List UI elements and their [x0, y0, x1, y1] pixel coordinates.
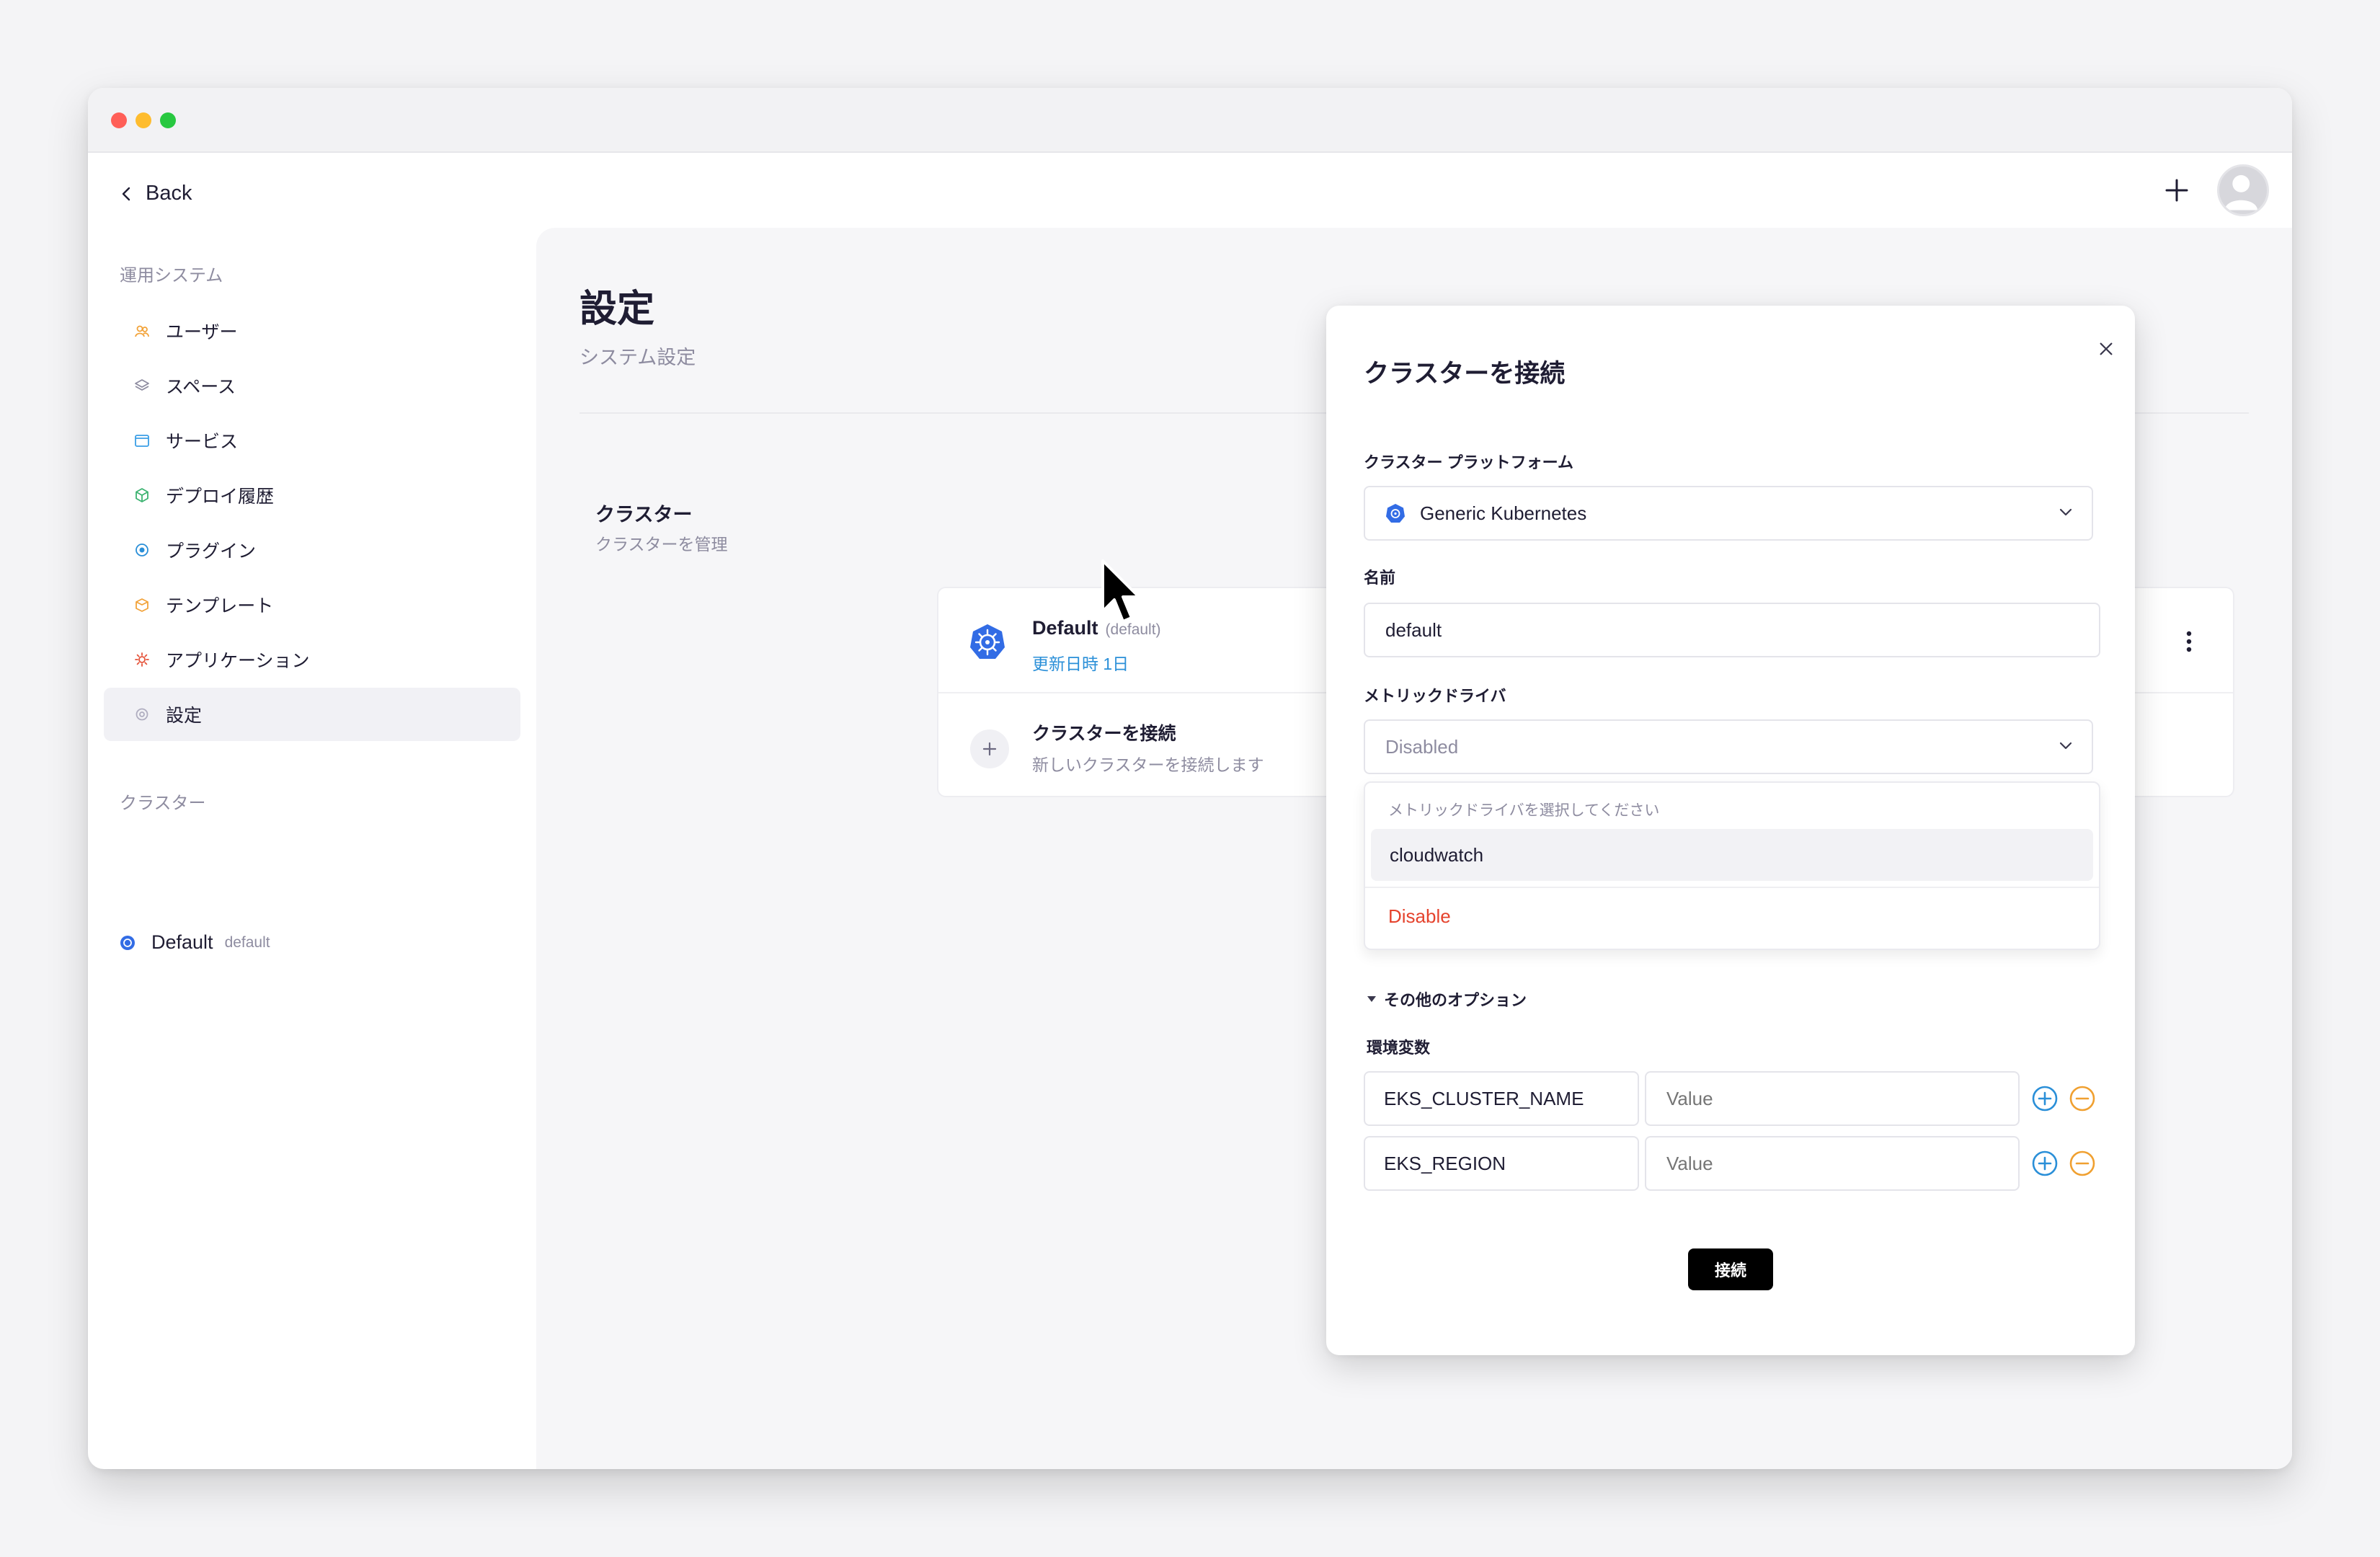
layers-icon: [134, 378, 150, 394]
platform-value: Generic Kubernetes: [1420, 502, 1587, 524]
sidebar-item-plugins[interactable]: プラグイン: [104, 523, 520, 577]
back-label: Back: [146, 182, 192, 205]
add-cluster-subtitle: 新しいクラスターを接続します: [1032, 755, 1264, 774]
sidebar-item-label: ユーザー: [166, 322, 238, 342]
sidebar-item-settings[interactable]: 設定: [104, 688, 520, 741]
name-label: 名前: [1364, 569, 1396, 587]
sidebar-item-spaces[interactable]: スペース: [104, 359, 520, 412]
avatar[interactable]: [2217, 164, 2269, 216]
connect-button[interactable]: 接続: [1688, 1248, 1773, 1290]
sidebar-item-label: アプリケーション: [166, 651, 310, 671]
metrics-driver-select[interactable]: Disabled: [1364, 719, 2093, 774]
close-button[interactable]: [2095, 337, 2118, 360]
window-icon: [134, 432, 150, 448]
back-button[interactable]: Back: [120, 182, 192, 205]
metrics-driver-dropdown: メトリックドライバを選択してください cloudwatch Disable: [1364, 781, 2100, 950]
dropdown-hint: メトリックドライバを選択してください: [1388, 802, 1660, 819]
sidebar-item-services[interactable]: サービス: [104, 414, 520, 467]
more-vertical-icon[interactable]: [2185, 630, 2193, 653]
env-key-input[interactable]: EKS_REGION: [1364, 1136, 1639, 1191]
sidebar-item-deploy-history[interactable]: デプロイ履歴: [104, 469, 520, 522]
users-icon: [134, 323, 150, 339]
name-value: default: [1385, 618, 1442, 641]
add-icon[interactable]: [2162, 176, 2191, 205]
kubernetes-icon: [970, 624, 1005, 659]
chevron-left-icon: [122, 187, 130, 200]
page-subtitle: システム設定: [580, 347, 696, 368]
close-window-button[interactable]: [111, 112, 127, 128]
plugin-icon: [134, 542, 150, 558]
sidebar-item-label: デプロイ履歴: [166, 487, 275, 507]
sidebar-item-label: サービス: [166, 432, 239, 452]
modal-title: クラスターを接続: [1364, 360, 1566, 388]
chevron-down-icon: [2059, 508, 2072, 516]
dropdown-divider: [1365, 887, 2099, 888]
sidebar-item-label: テンプレート: [166, 596, 274, 616]
sidebar-item-users[interactable]: ユーザー: [104, 304, 520, 358]
add-row-icon[interactable]: [2031, 1150, 2059, 1177]
cube-icon: [134, 487, 150, 503]
platform-label: クラスター プラットフォーム: [1364, 453, 1574, 471]
env-vars-label: 環境変数: [1367, 1039, 1431, 1057]
title-bar: [88, 88, 2292, 153]
platform-select[interactable]: Generic Kubernetes: [1364, 486, 2093, 541]
other-options-label: その他のオプション: [1384, 991, 1527, 1009]
settings-icon: [134, 706, 150, 722]
sidebar-item-templates[interactable]: テンプレート: [104, 578, 520, 631]
mouse-cursor-icon: [1101, 559, 1140, 623]
cluster-name: Default: [1032, 617, 1098, 639]
cluster-updated-text: 更新日時 1日: [1032, 655, 1129, 673]
box-icon: [134, 597, 150, 613]
metrics-driver-label: メトリックドライバ: [1364, 687, 1506, 705]
kubernetes-icon: [1386, 504, 1405, 523]
remove-row-icon[interactable]: [2069, 1150, 2096, 1177]
maximize-window-button[interactable]: [160, 112, 176, 128]
dropdown-option-cloudwatch[interactable]: cloudwatch: [1371, 829, 2093, 881]
page-title: 設定: [580, 288, 655, 330]
kubernetes-icon: [120, 935, 135, 950]
minimize-window-button[interactable]: [136, 112, 151, 128]
sidebar-cluster-name: Default: [151, 931, 213, 953]
add-cluster-button[interactable]: [970, 729, 1009, 768]
sidebar-item-label: プラグイン: [166, 541, 257, 562]
plus-icon: [982, 742, 997, 756]
caret-down-icon: [1367, 996, 1376, 1002]
sidebar-item-label: スペース: [166, 377, 236, 397]
add-cluster-title[interactable]: クラスターを接続: [1032, 719, 1176, 745]
sidebar-section-title: 運用システム: [120, 266, 223, 285]
cluster-section-title: クラスター: [595, 504, 693, 525]
cluster-section-subtitle: クラスターを管理: [595, 535, 728, 554]
env-value-input[interactable]: [1645, 1071, 2020, 1126]
metrics-driver-value: Disabled: [1385, 735, 1459, 758]
env-key-value: EKS_CLUSTER_NAME: [1384, 1087, 1584, 1109]
connect-cluster-modal: クラスターを接続 クラスター プラットフォーム Generic Kubernet…: [1326, 306, 2135, 1355]
other-options-toggle[interactable]: その他のオプション: [1367, 988, 1527, 1011]
sidebar-cluster-section-title: クラスター: [120, 794, 206, 813]
sidebar-item-label: 設定: [166, 706, 203, 726]
close-icon: [2100, 342, 2113, 355]
name-input[interactable]: default: [1364, 603, 2100, 657]
user-avatar-icon: [2224, 174, 2258, 210]
option-label: cloudwatch: [1390, 843, 1484, 866]
sidebar-item-applications[interactable]: アプリケーション: [104, 633, 520, 686]
sidebar-cluster-default[interactable]: Default default: [120, 931, 270, 954]
gear-app-icon: [134, 652, 150, 667]
remove-row-icon[interactable]: [2069, 1085, 2096, 1112]
chevron-down-icon: [2059, 742, 2072, 750]
sidebar-cluster-sub: default: [224, 933, 270, 951]
env-value-input[interactable]: [1645, 1136, 2020, 1191]
dropdown-option-disable[interactable]: Disable: [1388, 905, 1451, 928]
env-key-value: EKS_REGION: [1384, 1152, 1506, 1174]
env-key-input[interactable]: EKS_CLUSTER_NAME: [1364, 1071, 1639, 1126]
add-row-icon[interactable]: [2031, 1085, 2059, 1112]
